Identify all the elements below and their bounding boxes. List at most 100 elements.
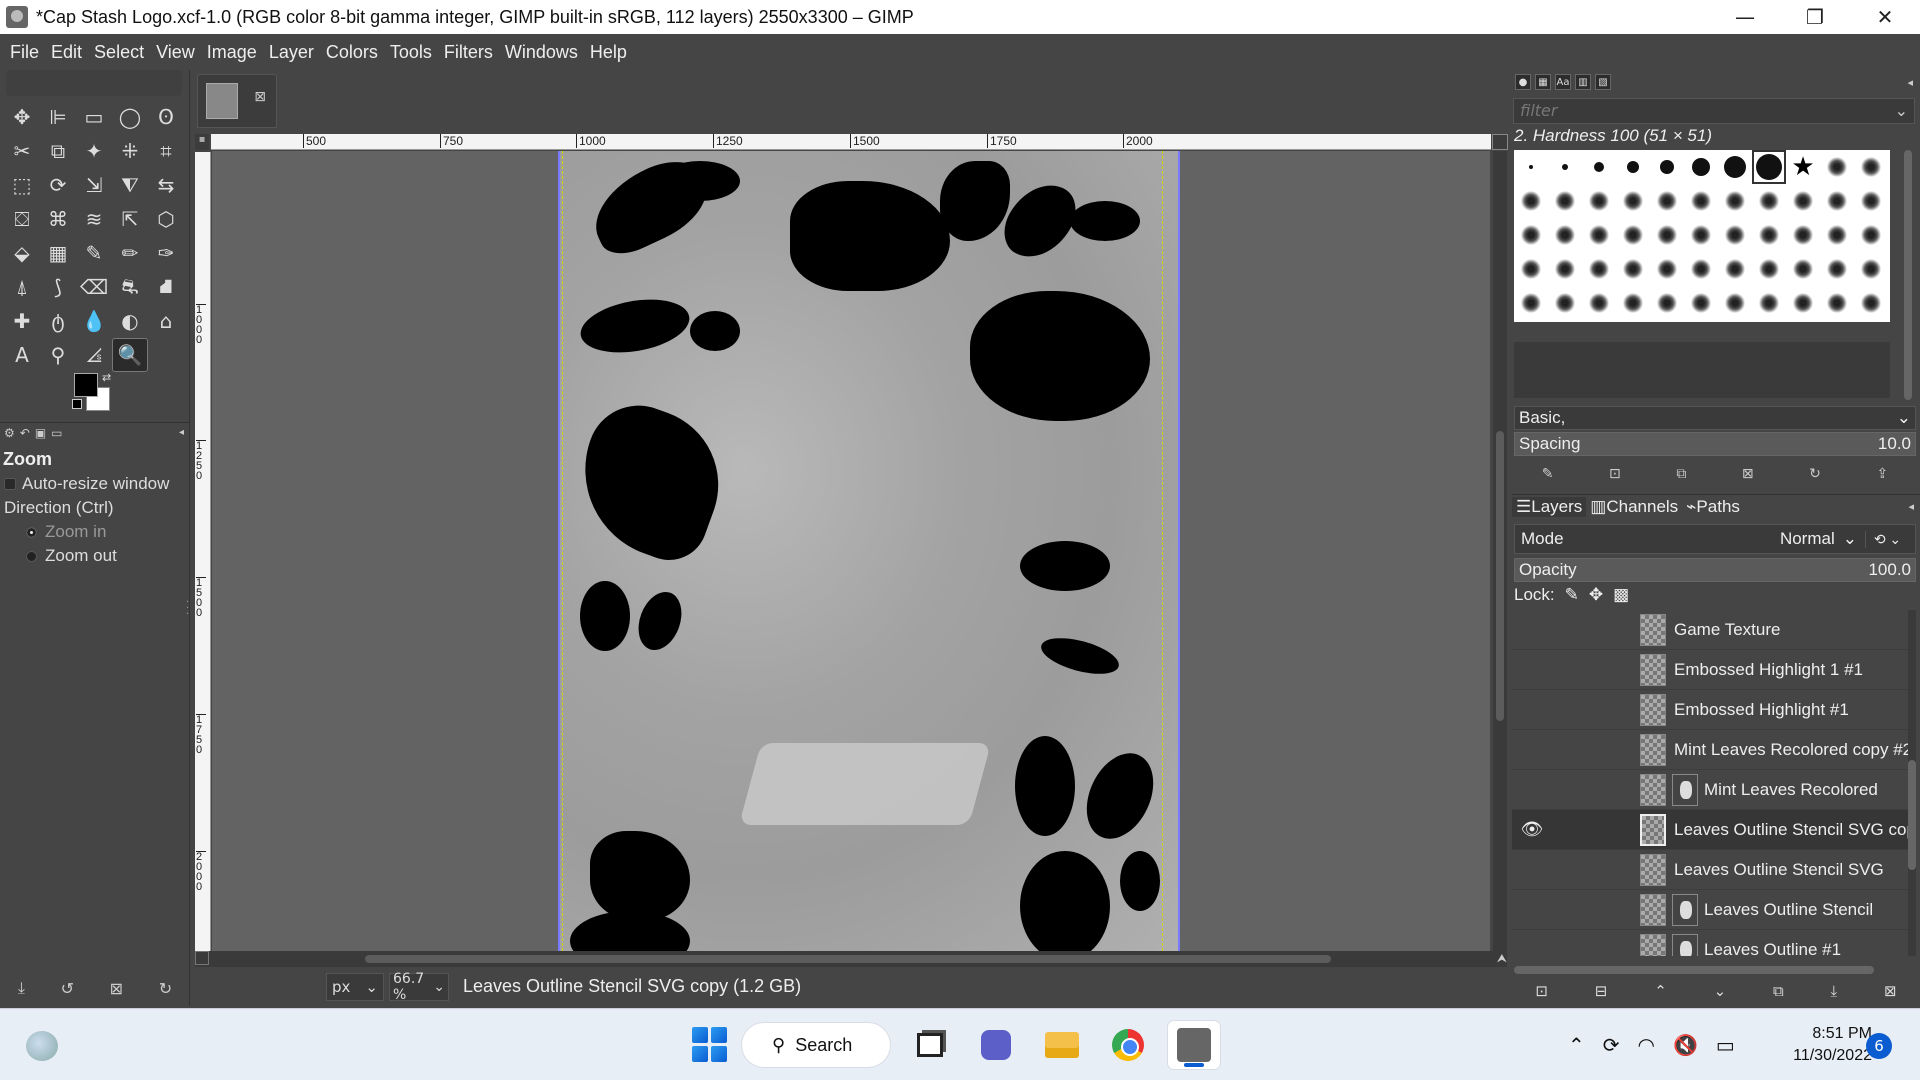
bucket-fill-tool-icon[interactable]: ⬙ [4, 236, 40, 270]
edit-brush-icon[interactable]: ✎ [1542, 466, 1554, 482]
layer-opacity-slider[interactable]: Opacity 100.0 [1514, 558, 1916, 582]
eraser-tool-icon[interactable]: ⌫ [76, 270, 112, 304]
new-layer-group-icon[interactable]: ⊟ [1595, 982, 1608, 1000]
file-explorer-icon[interactable] [1036, 1021, 1088, 1069]
task-view-icon[interactable] [904, 1021, 956, 1069]
layer-row[interactable]: Leaves Outline #1 [1512, 930, 1908, 956]
layer-row[interactable]: Game Texture [1512, 610, 1908, 650]
tab-paths[interactable]: ⌁Paths [1682, 497, 1744, 517]
text-tool-icon[interactable]: A [4, 338, 40, 372]
mypaint-brush-tool-icon[interactable]: ⟆ [40, 270, 76, 304]
auto-resize-checkbox[interactable] [4, 478, 16, 490]
gimp-taskbar-icon[interactable] [1168, 1021, 1220, 1069]
tab-layers[interactable]: ☰Layers [1512, 496, 1587, 517]
free-select-tool-icon[interactable]: ʘ [148, 100, 184, 134]
vertical-scrollbar[interactable] [1493, 151, 1507, 951]
device-status-tab-icon[interactable]: ▭ [51, 426, 62, 440]
brush-cell[interactable] [1548, 252, 1582, 286]
flip-tool-icon[interactable]: ⇆ [148, 168, 184, 202]
brush-cell[interactable] [1752, 150, 1786, 184]
brush-cell[interactable] [1616, 184, 1650, 218]
composite-mode-icon[interactable]: ⟲ ⌄ [1865, 530, 1909, 548]
layer-list-hscroll[interactable] [1514, 966, 1874, 974]
horizontal-scrollbar[interactable]: ⮝ [195, 951, 1507, 967]
menu-tools[interactable]: Tools [384, 42, 438, 63]
menu-layer[interactable]: Layer [263, 42, 320, 63]
delete-layer-icon[interactable]: ⊠ [1884, 982, 1897, 1000]
layer-row[interactable]: Mint Leaves Recolored copy #2 [1512, 730, 1908, 770]
document-history-tab-icon[interactable]: ▧ [1595, 74, 1611, 90]
raise-layer-icon[interactable]: ⌃ [1654, 982, 1667, 1000]
visibility-eye-icon[interactable]: 👁 [1520, 819, 1544, 840]
brush-cell[interactable] [1684, 150, 1718, 184]
brush-cell[interactable] [1582, 286, 1616, 320]
weather-widget-icon[interactable] [26, 1031, 58, 1061]
wilber-drop-area[interactable] [6, 70, 182, 96]
unit-select[interactable]: px ⌄ [326, 973, 384, 1001]
brush-cell[interactable] [1650, 150, 1684, 184]
layer-mode-select[interactable]: Mode Normal ⌄ ⟲ ⌄ [1514, 524, 1916, 554]
swap-colors-icon[interactable]: ⇄ [102, 371, 111, 384]
zoom-tool-icon[interactable]: 🔍 [112, 338, 148, 372]
brush-cell[interactable] [1752, 218, 1786, 252]
cage-tool-icon[interactable]: ⌘ [40, 202, 76, 236]
canvas-view[interactable] [212, 151, 1490, 951]
layer-row[interactable]: Embossed Highlight #1 [1512, 690, 1908, 730]
clock[interactable]: 8:51 PM 11/30/2022 [1762, 1023, 1872, 1067]
scroll-thumb[interactable] [365, 955, 1331, 963]
brush-cell[interactable] [1650, 252, 1684, 286]
tab-channels[interactable]: ▥Channels [1586, 497, 1682, 517]
lock-position-icon[interactable]: ✥ [1589, 585, 1603, 605]
minimize-button[interactable]: — [1710, 0, 1780, 34]
sync-icon[interactable]: ⟳ [1603, 1033, 1620, 1057]
rotate-tool-icon[interactable]: ⟳ [40, 168, 76, 202]
images-tab-icon[interactable]: ▣ [35, 426, 46, 440]
ink-tool-icon[interactable]: ⍋ [4, 270, 40, 304]
reset-options-icon[interactable]: ↻ [159, 979, 172, 998]
image-tab[interactable]: ⊠ [197, 74, 277, 128]
zoom-out-radio[interactable] [26, 550, 37, 562]
layer-row[interactable]: Embossed Highlight 1 #1 [1512, 650, 1908, 690]
refresh-brushes-icon[interactable]: ↻ [1809, 466, 1821, 482]
brush-spacing-slider[interactable]: Spacing 10.0 [1514, 432, 1916, 456]
auto-resize-option[interactable]: Auto-resize window [0, 472, 190, 496]
perspective-clone-tool-icon[interactable]: ⛘ [148, 270, 184, 304]
brush-cell[interactable] [1752, 252, 1786, 286]
layer-mask-thumbnail[interactable] [1672, 893, 1698, 926]
navigate-icon[interactable]: ⮝ [1497, 951, 1507, 966]
scroll-thumb[interactable] [1908, 760, 1916, 870]
brush-cell[interactable] [1820, 150, 1854, 184]
paths-tool-icon[interactable]: ⌂ [148, 304, 184, 338]
meet-icon[interactable] [970, 1021, 1022, 1069]
delete-options-icon[interactable]: ⊠ [110, 979, 123, 998]
scissors-tool-icon[interactable]: ✂ [4, 134, 40, 168]
brush-cell[interactable] [1786, 252, 1820, 286]
notification-badge[interactable]: 6 [1866, 1033, 1892, 1059]
lock-pixels-icon[interactable]: ✎ [1565, 585, 1579, 605]
brush-cell[interactable] [1718, 286, 1752, 320]
scale-tool-icon[interactable]: ⇲ [76, 168, 112, 202]
layer-row[interactable]: Leaves Outline Stencil SVG [1512, 850, 1908, 890]
by-color-select-tool-icon[interactable]: ⁜ [112, 134, 148, 168]
brush-cell[interactable] [1548, 218, 1582, 252]
restore-options-icon[interactable]: ↺ [61, 979, 74, 998]
layer-mask-thumbnail[interactable] [1672, 933, 1698, 956]
brush-filter-input[interactable]: filter ⌄ [1513, 98, 1915, 124]
zoom-in-option[interactable]: Zoom in [0, 520, 190, 544]
brush-cell[interactable] [1616, 286, 1650, 320]
brush-cell[interactable] [1752, 184, 1786, 218]
dodge-burn-tool-icon[interactable]: ◐ [112, 304, 148, 338]
zoom-out-option[interactable]: Zoom out [0, 544, 190, 568]
patterns-tab-icon[interactable]: ▦ [1535, 74, 1551, 90]
brush-cell[interactable] [1718, 252, 1752, 286]
brushes-tab-icon[interactable]: ● [1515, 74, 1531, 90]
handle-transform-tool-icon[interactable]: ⇱ [112, 202, 148, 236]
move-tool-icon[interactable]: ✥ [4, 100, 40, 134]
blur-tool-icon[interactable]: 💧 [76, 304, 112, 338]
foreground-select-tool-icon[interactable]: ⧉ [40, 134, 76, 168]
menu-edit[interactable]: Edit [45, 42, 88, 63]
brush-cell[interactable] [1548, 150, 1582, 184]
start-icon[interactable] [692, 1027, 728, 1063]
save-options-icon[interactable]: ⤓ [18, 978, 25, 998]
menu-windows[interactable]: Windows [499, 42, 584, 63]
